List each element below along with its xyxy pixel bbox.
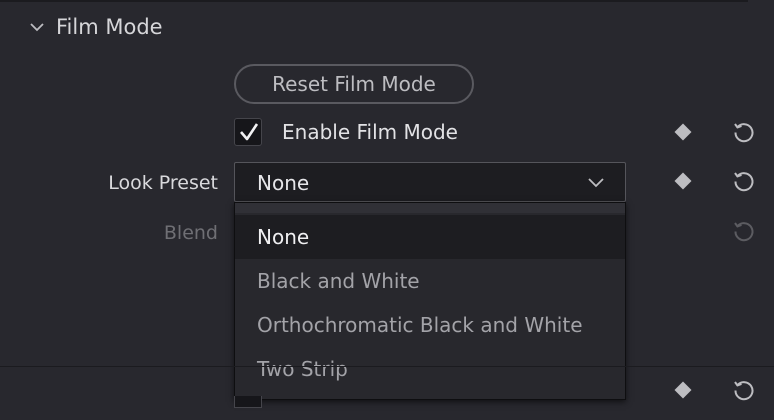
look-preset-label: Look Preset — [108, 172, 218, 194]
reset-icon[interactable] — [731, 119, 757, 145]
reset-icon[interactable] — [731, 377, 757, 403]
film-mode-panel: Film Mode Reset Film Mode Enable Film Mo… — [0, 0, 774, 420]
option-none[interactable]: None — [235, 215, 625, 259]
enable-film-mode-checkbox[interactable] — [234, 118, 262, 146]
reset-film-mode-button[interactable]: Reset Film Mode — [234, 64, 474, 104]
keyframe-diamond-icon[interactable] — [674, 381, 692, 399]
option-orthochromatic-black-and-white[interactable]: Orthochromatic Black and White — [235, 303, 625, 347]
enable-film-mode-label: Enable Film Mode — [282, 120, 458, 144]
dropdown-shade — [235, 203, 625, 213]
reset-icon[interactable] — [731, 168, 757, 194]
chevron-down-icon[interactable] — [28, 18, 46, 36]
keyframe-diamond-icon[interactable] — [674, 123, 692, 141]
bottom-divider — [0, 366, 774, 367]
chevron-down-icon — [588, 178, 604, 188]
section-header-film-mode[interactable]: Film Mode — [28, 12, 163, 42]
option-black-and-white[interactable]: Black and White — [235, 259, 625, 303]
option-two-strip[interactable]: Two Strip — [235, 347, 625, 391]
blend-label: Blend — [163, 222, 218, 244]
next-section-checkbox[interactable] — [234, 396, 262, 408]
checkmark-icon — [240, 123, 259, 141]
reset-icon — [734, 222, 754, 242]
section-title: Film Mode — [56, 15, 163, 39]
keyframe-diamond-icon[interactable] — [674, 172, 692, 190]
look-preset-value: None — [257, 171, 310, 195]
look-preset-select[interactable]: None — [234, 162, 626, 202]
look-preset-dropdown: None Black and White Orthochromatic Blac… — [234, 202, 626, 400]
top-divider — [0, 0, 748, 2]
